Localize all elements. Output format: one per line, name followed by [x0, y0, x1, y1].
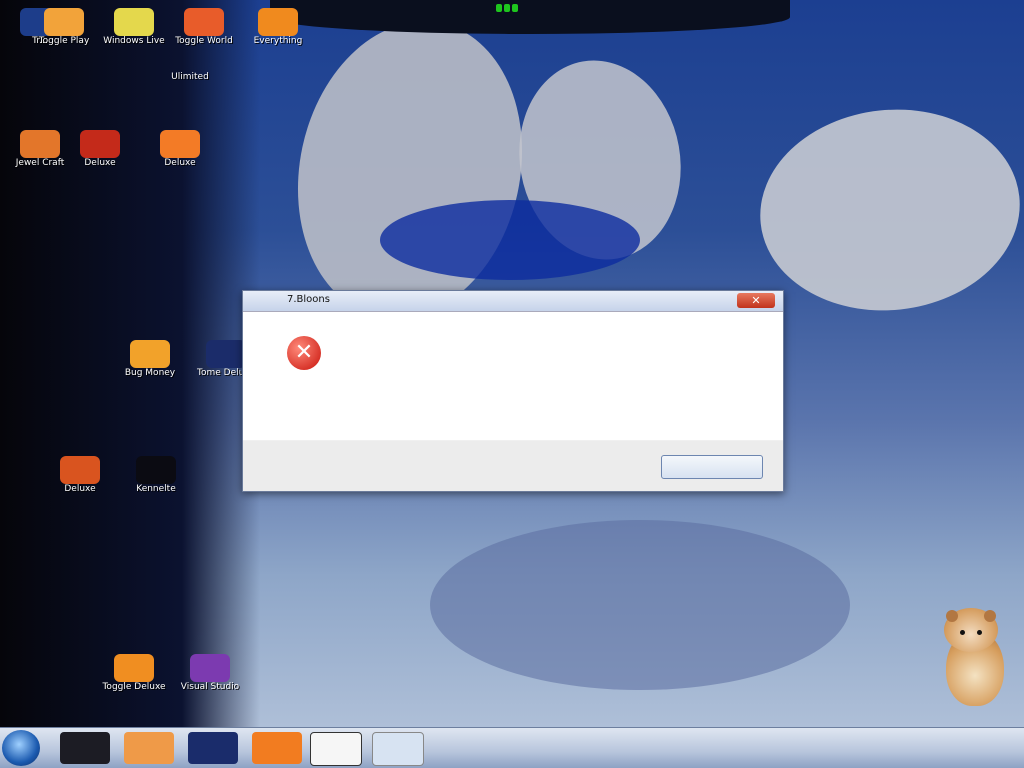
close-icon: ✕	[751, 294, 761, 307]
desktop-icon-label: Visual Studio	[180, 682, 240, 692]
hamster-eye	[960, 630, 965, 635]
desktop-icon[interactable]: Deluxe	[40, 456, 120, 495]
desktop-icon-label: Toggle Deluxe	[102, 682, 166, 692]
hamster-head	[944, 608, 998, 652]
desktop-icon[interactable]: Windows Live	[94, 8, 174, 47]
taskbar-item[interactable]	[310, 732, 362, 766]
dialog-titlebar[interactable]: 7.Bloons ✕	[243, 291, 783, 312]
hamster-gadget[interactable]	[938, 604, 1008, 708]
wallpaper-wave	[750, 96, 1024, 324]
indicator-light	[504, 4, 510, 12]
system-tray[interactable]	[856, 734, 1016, 762]
game-icon	[44, 8, 84, 36]
taskbar-item[interactable]	[124, 732, 174, 764]
visual-studio-icon	[190, 654, 230, 682]
error-icon: ✕	[287, 336, 321, 370]
desktop-icon-label: Bug Money	[124, 368, 176, 378]
desktop-icon-label: Everything	[253, 36, 303, 46]
indicator-light	[512, 4, 518, 12]
game-icon	[114, 654, 154, 682]
desktop-icon-label: Deluxe	[164, 158, 196, 168]
desktop-icon-label: Kennelte	[136, 484, 176, 494]
desktop-icon[interactable]: Deluxe	[140, 130, 220, 169]
taskbar-item[interactable]	[372, 732, 424, 766]
windows-live-icon	[114, 8, 154, 36]
dialog-body: ✕	[243, 312, 783, 440]
desktop-icon[interactable]: Everything	[238, 8, 318, 47]
desktop-icon[interactable]: Kennelte	[116, 456, 196, 495]
indicator-light	[496, 4, 502, 12]
desktop-icon[interactable]: Deluxe	[60, 130, 140, 169]
bug-money-icon	[130, 340, 170, 368]
desktop-icon-label: Deluxe	[64, 484, 96, 494]
everything-icon	[258, 8, 298, 36]
desktop-icon[interactable]: Bug Money	[110, 340, 190, 379]
game-icon	[170, 44, 210, 72]
error-glyph: ✕	[294, 340, 314, 365]
desktop-icon[interactable]: Toggle World	[164, 8, 244, 47]
game-icon	[206, 340, 246, 368]
desktop-icon[interactable]: Toggle Play	[24, 8, 104, 47]
hamster-ear	[984, 610, 996, 622]
game-icon	[160, 130, 200, 158]
top-gadget-bar	[270, 0, 790, 34]
game-icon	[136, 456, 176, 484]
hamster-eye	[977, 630, 982, 635]
start-orb-icon[interactable]	[2, 730, 40, 766]
hamster-ear	[946, 610, 958, 622]
desktop-icon[interactable]: Toggle Deluxe	[94, 654, 174, 693]
ok-button[interactable]	[661, 455, 763, 479]
jewel-craft-icon	[20, 130, 60, 158]
game-icon	[60, 456, 100, 484]
desktop-icon[interactable]: Visual Studio	[170, 654, 250, 693]
taskbar-item[interactable]	[188, 732, 238, 764]
dialog-footer	[243, 441, 783, 491]
close-button[interactable]: ✕	[737, 293, 775, 308]
desktop-icon-label: Deluxe	[84, 158, 116, 168]
desktop-icon-label: Ulimited	[171, 72, 209, 82]
game-icon	[80, 130, 120, 158]
game-icon	[184, 8, 224, 36]
taskbar-item[interactable]	[60, 732, 110, 764]
wallpaper-wave	[430, 520, 850, 690]
desktop-icon[interactable]: Ulimited	[150, 44, 230, 83]
error-dialog: 7.Bloons ✕ ✕	[242, 290, 784, 492]
taskbar	[0, 727, 1024, 768]
desktop-icon-label: Toggle Play	[38, 36, 90, 46]
dialog-title: 7.Bloons	[287, 294, 330, 305]
wallpaper-wave	[380, 200, 640, 280]
taskbar-item[interactable]	[252, 732, 302, 764]
